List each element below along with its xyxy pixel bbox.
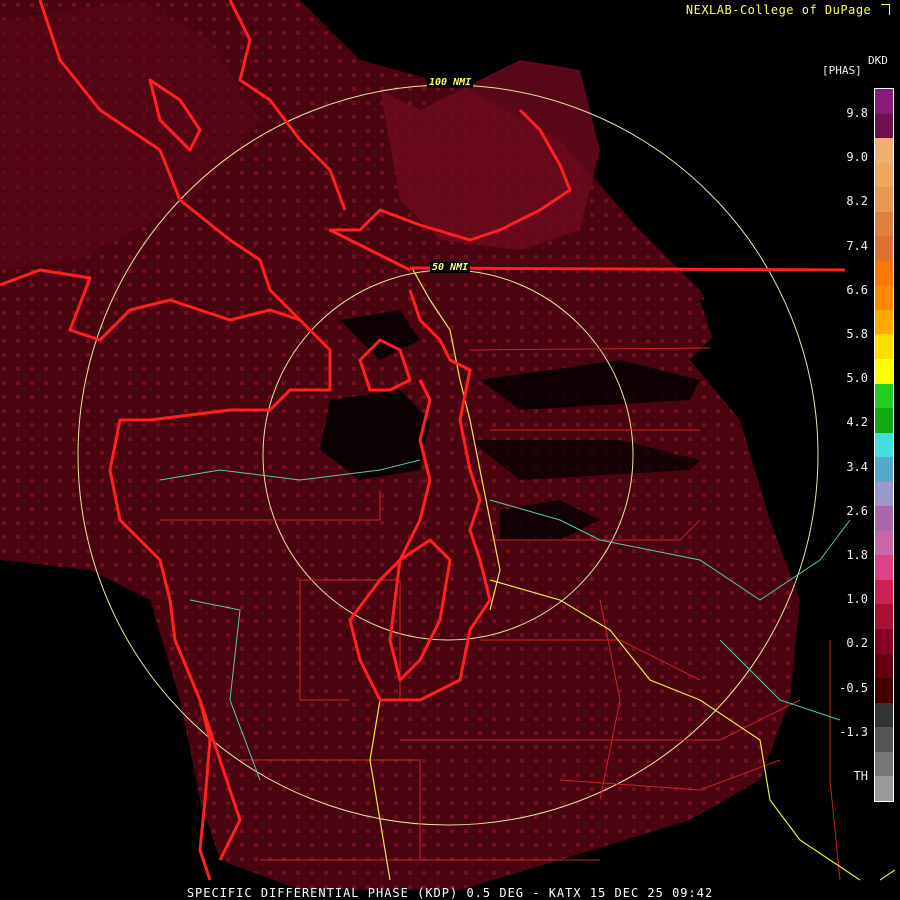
colorbar-label: 7.4 xyxy=(846,238,868,253)
colorbar-label: TH xyxy=(853,769,868,783)
colorbar-swatch xyxy=(875,138,893,163)
ring-label-100: 100 NMI xyxy=(427,77,474,88)
colorbar-label: -0.5 xyxy=(839,680,868,695)
colorbar-swatch xyxy=(875,432,893,458)
credit-label: NEXLAB-College of DuPage xyxy=(686,3,890,17)
colorbar-label: 9.0 xyxy=(846,150,868,165)
colorbar-swatch xyxy=(875,187,893,212)
colorbar-swatch xyxy=(875,89,893,114)
colorbar-label: 5.8 xyxy=(846,327,868,341)
colorbar-swatch xyxy=(875,408,893,433)
colorbar-swatch xyxy=(875,629,893,654)
colorbar-swatch xyxy=(875,751,893,777)
colorbar-swatch xyxy=(875,260,893,286)
ring-label-50: 50 NMI xyxy=(430,262,471,273)
colorbar xyxy=(874,88,894,802)
colorbar-swatch xyxy=(875,334,893,360)
colorbar-swatch xyxy=(875,678,893,703)
colorbar-swatch xyxy=(875,653,893,679)
colorbar-swatch xyxy=(875,579,893,605)
colorbar-label: 5.0 xyxy=(846,371,868,386)
arrow-icon xyxy=(881,4,890,15)
colorbar-label: 3.4 xyxy=(846,459,868,474)
colorbar-label: 1.8 xyxy=(846,548,868,562)
radar-map xyxy=(0,0,900,900)
colorbar-swatch xyxy=(875,604,893,630)
colorbar-swatch xyxy=(875,727,893,752)
colorbar-swatch xyxy=(875,236,893,261)
colorbar-swatch xyxy=(875,776,893,801)
colorbar-label: 2.6 xyxy=(846,503,868,518)
colorbar-swatch xyxy=(875,555,893,580)
colorbar-label: 4.2 xyxy=(846,415,868,430)
colorbar-swatch xyxy=(875,359,893,384)
colorbar-label: 0.2 xyxy=(846,636,868,651)
colorbar-subunit: [PHAS] xyxy=(822,64,862,77)
colorbar-swatch xyxy=(875,162,893,188)
colorbar-label: 9.8 xyxy=(846,106,868,120)
colorbar-swatch xyxy=(875,457,893,482)
colorbar-label: -1.3 xyxy=(839,724,868,739)
colorbar-swatch xyxy=(875,383,893,409)
colorbar-swatch xyxy=(875,309,893,335)
colorbar-label: 1.0 xyxy=(846,592,868,607)
colorbar-swatch xyxy=(875,481,893,507)
product-caption: SPECIFIC DIFFERENTIAL PHASE (KDP) 0.5 DE… xyxy=(186,886,714,900)
colorbar-swatch xyxy=(875,285,893,310)
colorbar-label: 8.2 xyxy=(846,194,868,209)
colorbar-swatch xyxy=(875,506,893,531)
colorbar-unit: DKD xyxy=(868,54,888,67)
colorbar-label: 6.6 xyxy=(846,282,868,297)
colorbar-swatch xyxy=(875,702,893,728)
colorbar-swatch xyxy=(875,113,893,139)
colorbar-swatch xyxy=(875,530,893,556)
colorbar-swatch xyxy=(875,211,893,237)
